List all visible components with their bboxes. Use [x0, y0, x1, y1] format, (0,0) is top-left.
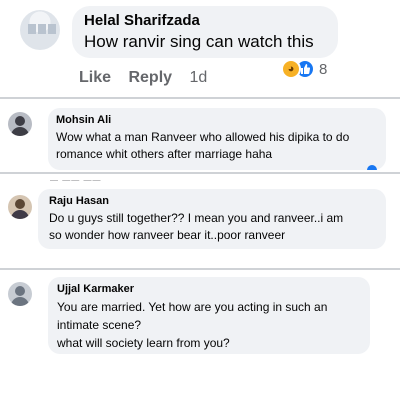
- comment-text: Wow what a man Ranveer who allowed his d…: [56, 130, 350, 161]
- like-button[interactable]: Like: [79, 69, 111, 86]
- comment-text: You are married. Yet how are you acting …: [57, 300, 328, 350]
- comment-timestamp[interactable]: 1d: [190, 69, 208, 86]
- comment-author[interactable]: Helal Sharifzada: [84, 12, 200, 29]
- haha-icon: ◕: [281, 59, 301, 79]
- divider: [0, 97, 400, 99]
- avatar[interactable]: [20, 10, 60, 50]
- blank-area: [0, 360, 400, 400]
- avatar[interactable]: [8, 112, 32, 136]
- comment-text: How ranvir sing can watch this: [84, 32, 314, 51]
- divider: [0, 268, 400, 270]
- comment-actions-cropped: ▬ ▬▬ ▬▬: [50, 176, 102, 181]
- comment-author[interactable]: Ujjal Karmaker: [57, 283, 134, 295]
- reaction-badge: [367, 165, 377, 170]
- avatar[interactable]: [8, 195, 32, 219]
- avatar[interactable]: [8, 282, 32, 306]
- comment-actions: Like Reply 1d: [79, 69, 220, 87]
- reaction-count: 8: [319, 60, 328, 78]
- comment-text: Do u guys still together?? I mean you an…: [49, 211, 344, 242]
- comment-author[interactable]: Mohsin Ali: [56, 114, 111, 126]
- reaction-summary[interactable]: ◕ 8: [281, 58, 327, 80]
- reply-button[interactable]: Reply: [128, 69, 172, 86]
- divider: [0, 172, 400, 174]
- comment-author[interactable]: Raju Hasan: [49, 195, 109, 207]
